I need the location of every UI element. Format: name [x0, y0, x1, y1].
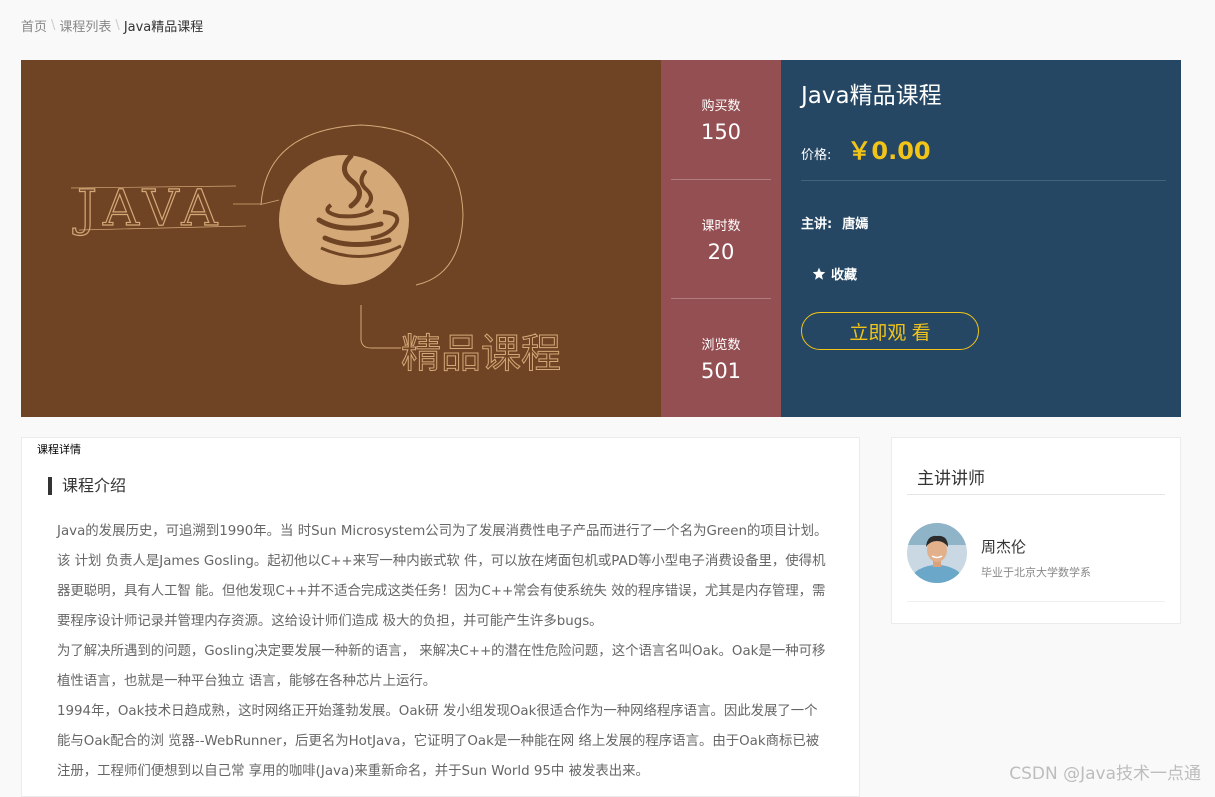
breadcrumb-home-link[interactable]: 首页	[21, 16, 47, 35]
description-paragraph: 1994年，Oak技术日趋成熟，这时网络正开始蓬勃发展。Oak研 发小组发现Oa…	[57, 704, 820, 779]
tab-course-detail[interactable]: 课程详情	[37, 441, 81, 457]
avatar[interactable]	[907, 523, 967, 583]
star-icon	[812, 267, 826, 280]
teacher-row: 主讲: 唐嫣	[801, 213, 868, 232]
instructor-card: 主讲讲师 周杰伦 毕业于北京大学数学系	[891, 437, 1181, 624]
section-title: 课程介绍	[48, 477, 126, 495]
course-banner: JAVA 精品课程 购买数 150 课时数 20 浏览数 501 Java精品课…	[21, 60, 1181, 417]
stat-lessons: 课时数 20	[671, 179, 771, 298]
instructor-card-title: 主讲讲师	[907, 464, 1165, 495]
course-stats: 购买数 150 课时数 20 浏览数 501	[661, 60, 781, 417]
cover-artwork: JAVA 精品课程	[70, 124, 562, 378]
stat-value: 501	[700, 358, 742, 383]
instructor-description: 毕业于北京大学数学系	[981, 566, 1091, 579]
teacher-label: 主讲:	[801, 217, 833, 232]
price-value: ￥0.00	[847, 137, 931, 165]
stat-value: 20	[707, 239, 735, 264]
stat-label: 购买数	[701, 99, 741, 114]
breadcrumb: 首页 \ 课程列表 \ Java精品课程	[21, 16, 203, 35]
avatar-image	[907, 523, 967, 583]
stat-purchases: 购买数 150	[671, 60, 771, 179]
breadcrumb-current: Java精品课程	[123, 20, 204, 35]
favorite-button[interactable]: 收藏	[812, 264, 857, 283]
stat-label: 浏览数	[701, 337, 741, 353]
description-paragraph: Java的发展历史，可追溯到1990年。当 时Sun Microsystem公司…	[57, 524, 828, 629]
watermark: CSDN @Java技术一点通	[1009, 764, 1201, 784]
breadcrumb-separator: \	[115, 18, 120, 33]
course-title: Java精品课程	[801, 83, 942, 109]
breadcrumb-course-list-link[interactable]: 课程列表	[59, 16, 111, 35]
description-paragraph: 为了解决所遇到的问题，Gosling决定要发展一种新的语言， 来解决C++的潜在…	[57, 644, 826, 689]
course-description: Java的发展历史，可追溯到1990年。当 时Sun Microsystem公司…	[57, 517, 829, 787]
course-cover-image: JAVA 精品课程	[21, 60, 661, 417]
favorite-label: 收藏	[831, 268, 858, 283]
teacher-name: 唐嫣	[842, 217, 869, 232]
stat-value: 150	[700, 120, 742, 144]
stat-views: 浏览数 501	[671, 298, 771, 417]
price-label: 价格:	[801, 148, 832, 163]
instructor-name: 周杰伦	[981, 538, 1027, 556]
watch-now-button[interactable]: 立即观 看	[801, 312, 979, 350]
course-detail-panel: 课程详情 课程介绍 Java的发展历史，可追溯到1990年。当 时Sun Mic…	[21, 437, 860, 797]
price-row: 价格: ￥0.00	[801, 131, 931, 166]
course-info-panel: Java精品课程 价格: ￥0.00 主讲: 唐嫣 收藏 立即观 看	[781, 60, 1181, 417]
cover-subtitle: 精品课程	[401, 331, 561, 377]
card-divider	[907, 601, 1165, 602]
cover-logo-text: JAVA	[72, 179, 224, 237]
stat-label: 课时数	[701, 218, 741, 234]
breadcrumb-separator: \	[51, 18, 56, 33]
info-divider	[801, 180, 1166, 181]
